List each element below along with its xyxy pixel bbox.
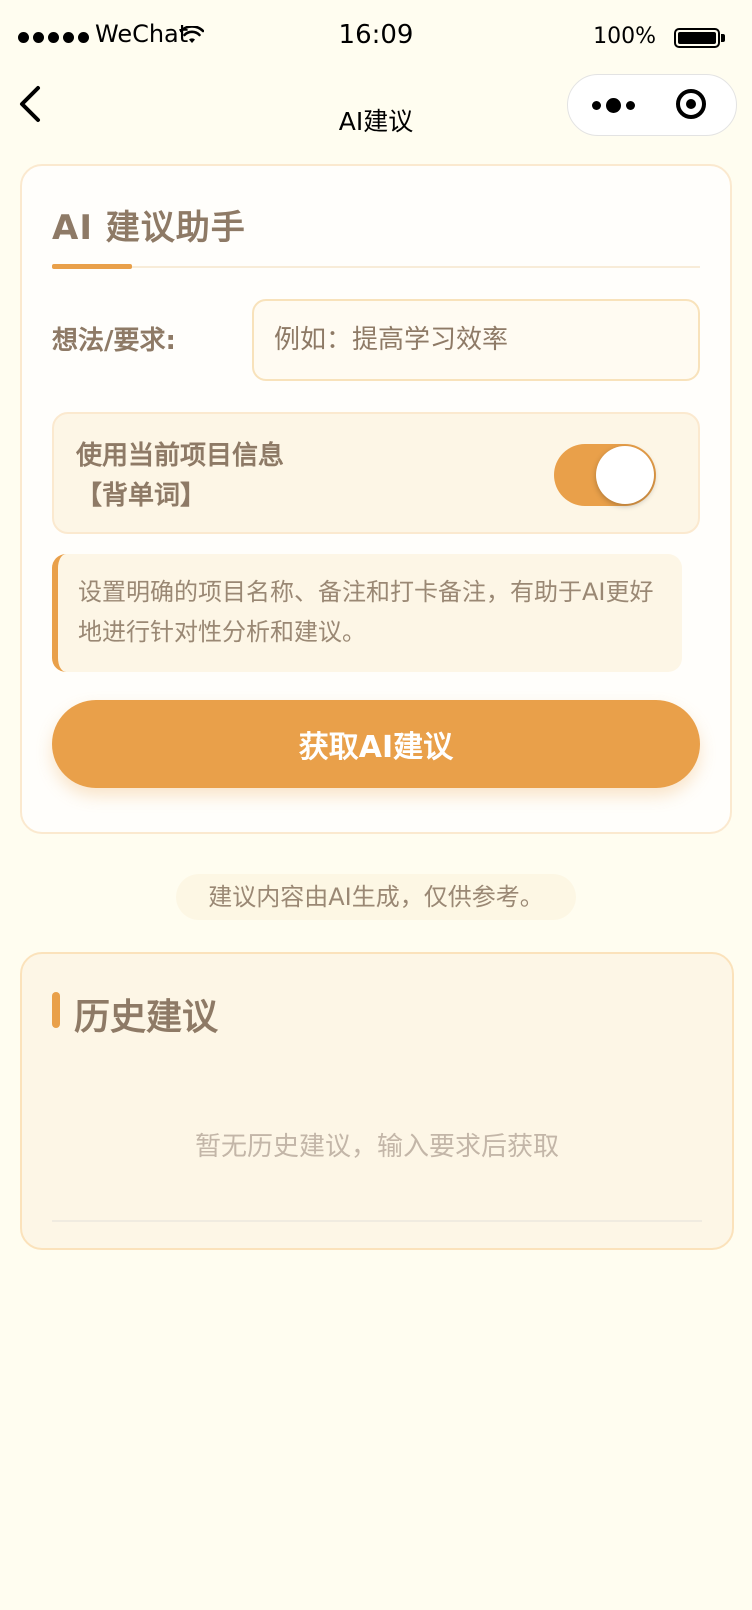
hint-box: 设置明确的项目名称、备注和打卡备注，有助于AI更好地进行针对性分析和建议。	[52, 554, 682, 672]
idea-input[interactable]	[252, 299, 700, 381]
title-underline-accent	[52, 264, 132, 269]
hint-text: 设置明确的项目名称、备注和打卡备注，有助于AI更好地进行针对性分析和建议。	[78, 578, 654, 646]
title-divider	[52, 266, 700, 268]
idea-field-label: 想法/要求:	[52, 326, 176, 356]
switch-knob	[596, 446, 654, 504]
project-name: 【背单词】	[76, 481, 207, 511]
card-title: AI 建议助手	[52, 208, 246, 248]
history-title-accent	[52, 992, 60, 1028]
use-project-info-row: 使用当前项目信息 【背单词】	[52, 412, 700, 534]
history-card: 历史建议 暂无历史建议，输入要求后获取	[20, 952, 734, 1250]
mini-program-capsule	[567, 74, 737, 136]
use-project-info-label: 使用当前项目信息 【背单词】	[76, 436, 284, 516]
status-bar: WeChat 16:09 100%	[0, 0, 752, 76]
use-project-info-switch[interactable]	[554, 444, 656, 506]
toggle-label: 使用当前项目信息	[76, 441, 285, 471]
battery-tip	[721, 34, 725, 42]
history-empty-state: 暂无历史建议，输入要求后获取	[194, 1132, 559, 1162]
battery-percent: 100%	[593, 24, 656, 49]
get-ai-suggestion-button[interactable]: 获取AI建议	[52, 700, 700, 788]
more-icon[interactable]	[588, 93, 648, 117]
ai-assistant-card: AI 建议助手 想法/要求: 使用当前项目信息 【背单词】 设置明确的项目名称、…	[20, 164, 732, 834]
battery-icon	[674, 28, 720, 48]
history-divider	[52, 1220, 702, 1222]
close-mini-program-icon[interactable]	[676, 89, 706, 119]
history-title: 历史建议	[74, 997, 219, 1038]
ai-disclaimer: 建议内容由AI生成，仅供参考。	[176, 874, 576, 920]
